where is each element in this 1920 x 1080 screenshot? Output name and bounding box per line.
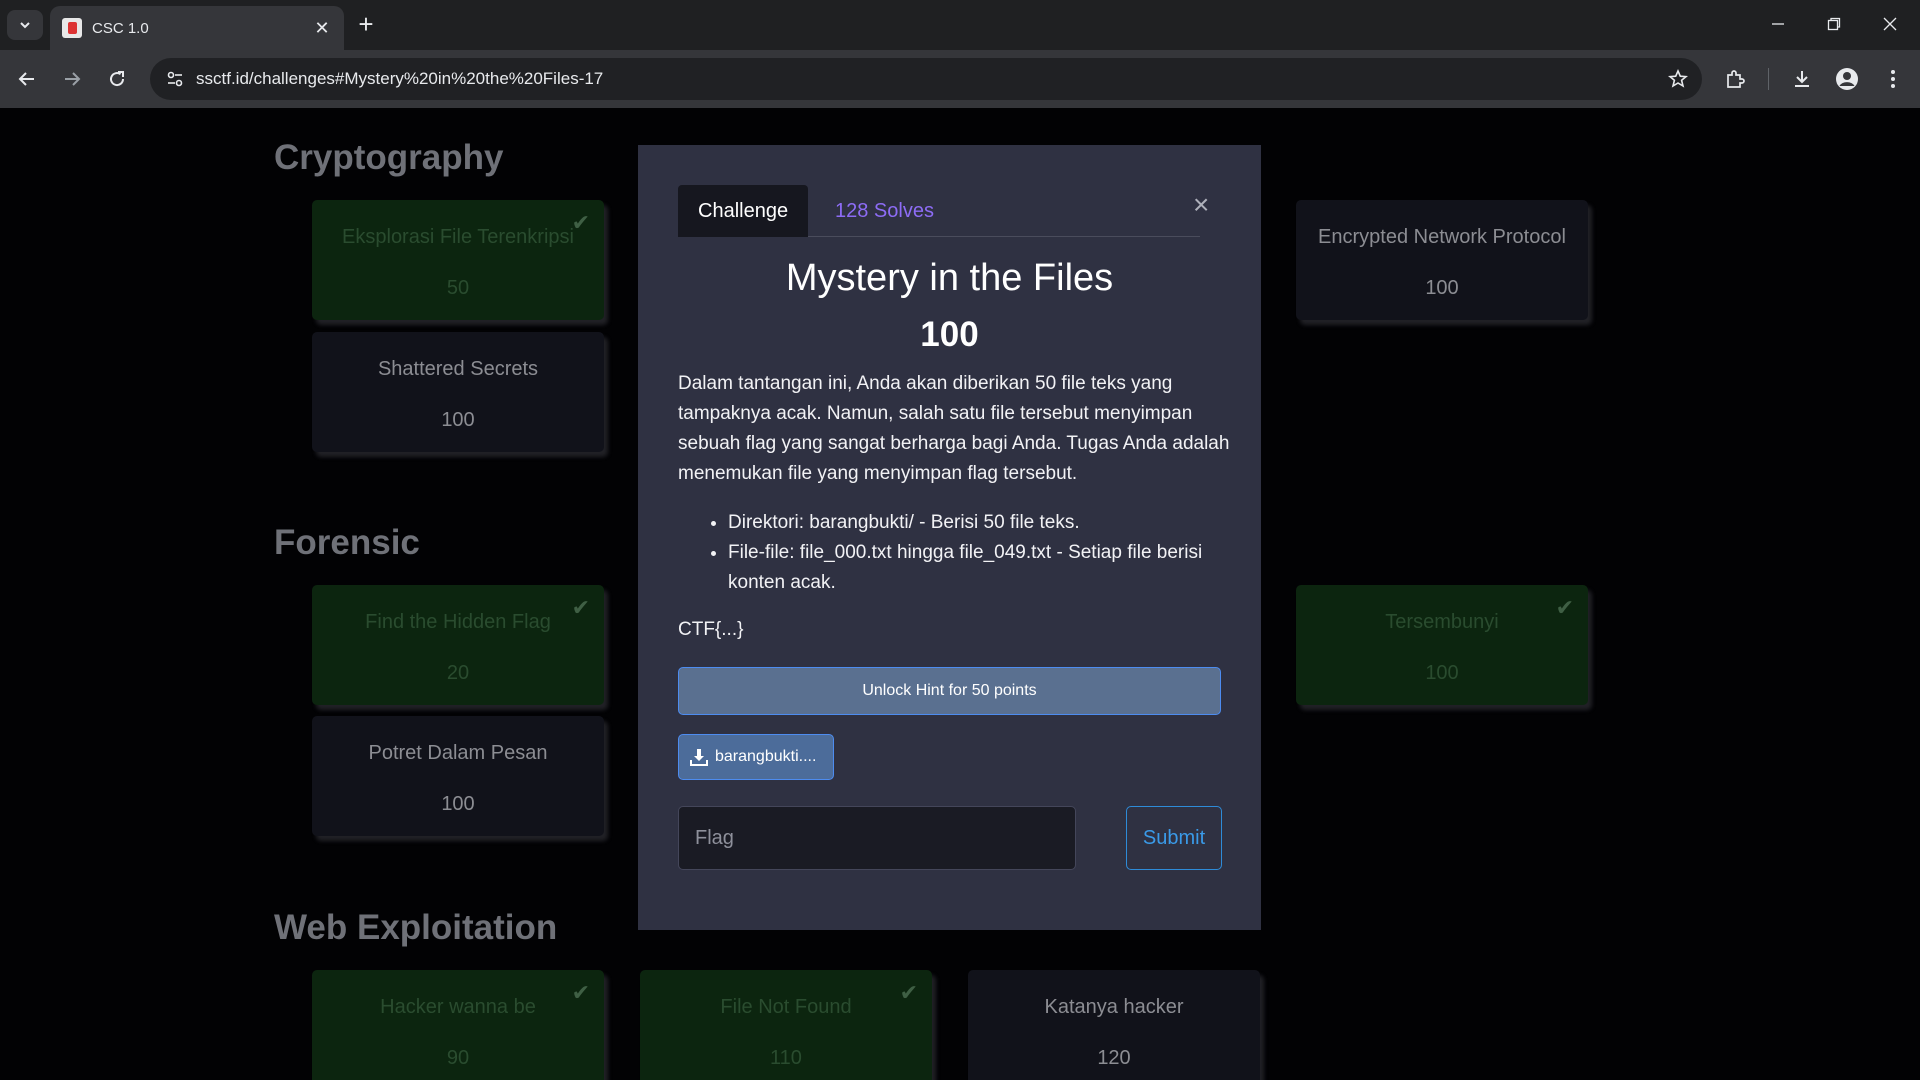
challenge-modal: Challenge 128 Solves × Mystery in the Fi… <box>638 145 1261 930</box>
tab-challenge[interactable]: Challenge <box>678 185 809 237</box>
flag-input[interactable] <box>678 806 1076 870</box>
challenge-card[interactable]: Shattered Secrets 100 <box>312 332 604 452</box>
downloads-button[interactable] <box>1787 64 1817 94</box>
extensions-button[interactable] <box>1720 64 1750 94</box>
arrow-right-icon <box>65 72 81 86</box>
reload-button[interactable] <box>102 64 132 94</box>
download-file-label: barangbukti.... <box>715 748 817 765</box>
challenge-name: Katanya hacker <box>1044 996 1184 1018</box>
tab-solves[interactable]: 128 Solves <box>815 185 954 237</box>
challenge-card[interactable]: Katanya hacker 120 <box>968 970 1260 1080</box>
close-icon <box>1883 17 1897 31</box>
modal-close-icon[interactable]: × <box>1193 189 1209 221</box>
address-bar[interactable]: ssctf.id/challenges#Mystery%20in%20the%2… <box>150 58 1702 100</box>
modal-tabs: Challenge 128 Solves <box>678 185 1200 237</box>
checkmark-icon: ✔ <box>1555 595 1574 620</box>
puzzle-icon <box>1727 70 1745 88</box>
minimize-window-button[interactable] <box>1750 0 1806 48</box>
download-icon <box>1795 71 1809 87</box>
flag-format: CTF{...} <box>678 619 744 640</box>
challenge-points: 100 <box>441 793 475 815</box>
toolbar-separator <box>1768 68 1769 90</box>
browser-toolbar: ssctf.id/challenges#Mystery%20in%20the%2… <box>0 50 1920 108</box>
reload-icon <box>110 71 125 87</box>
challenge-name: Tersembunyi <box>1385 611 1499 633</box>
checkmark-icon: ✔ <box>571 595 590 620</box>
challenge-name: Eksplorasi File Terenkripsi <box>342 226 574 248</box>
close-window-button[interactable] <box>1862 0 1918 48</box>
challenge-name: Shattered Secrets <box>377 358 539 380</box>
challenge-value: 100 <box>920 315 979 354</box>
browser-tab-strip: CSC 1.0 ✕ + <box>0 0 1920 50</box>
new-tab-button[interactable]: + <box>352 11 380 39</box>
bookmark-star-icon[interactable] <box>1666 67 1690 91</box>
download-file-button[interactable]: barangbukti.... <box>678 734 834 780</box>
minimize-icon <box>1772 23 1784 25</box>
challenge-card[interactable]: ✔ Eksplorasi File Terenkripsi 50 <box>312 200 604 320</box>
challenge-card[interactable]: Potret Dalam Pesan 100 <box>312 716 604 836</box>
tab-title: CSC 1.0 <box>92 19 149 37</box>
browser-menu-button[interactable] <box>1878 64 1908 94</box>
download-icon <box>690 749 708 766</box>
challenge-card[interactable]: ✔ File Not Found 110 <box>640 970 932 1080</box>
category-title: Web Exploitation <box>274 908 558 947</box>
challenge-card[interactable]: ✔ Find the Hidden Flag 20 <box>312 585 604 705</box>
challenge-title: Mystery in the Files <box>785 257 1114 299</box>
more-vertical-icon <box>1891 70 1895 88</box>
restore-icon <box>1827 17 1841 31</box>
challenge-description: Dalam tantangan ini, Anda akan diberikan… <box>678 373 1230 484</box>
challenge-name: Potret Dalam Pesan <box>368 742 548 764</box>
challenge-points: 120 <box>1097 1047 1131 1069</box>
tab-search-button[interactable] <box>7 10 43 40</box>
challenge-name: Hacker wanna be <box>380 996 536 1018</box>
challenge-name: Encrypted Network Protocol <box>1318 226 1566 248</box>
challenge-points: 100 <box>1425 662 1459 684</box>
category-title: Forensic <box>274 523 420 562</box>
challenge-points: 110 <box>770 1047 802 1069</box>
arrow-left-icon <box>18 72 34 86</box>
challenge-card[interactable]: ✔ Hacker wanna be 90 <box>312 970 604 1080</box>
site-favicon-icon <box>62 18 82 38</box>
challenge-points: 90 <box>446 1047 470 1069</box>
back-button[interactable] <box>12 64 42 94</box>
category-title: Cryptography <box>274 138 504 177</box>
browser-tab[interactable]: CSC 1.0 ✕ <box>50 6 344 50</box>
url-text[interactable]: ssctf.id/challenges#Mystery%20in%20the%2… <box>196 69 1666 89</box>
challenge-card[interactable]: ✔ Tersembunyi 100 <box>1296 585 1588 705</box>
challenge-points: 100 <box>1425 277 1459 299</box>
checkmark-icon: ✔ <box>571 210 590 235</box>
challenge-name: File Not Found <box>720 996 852 1018</box>
site-info-icon[interactable] <box>164 68 186 90</box>
challenge-details-list: Direktori: barangbukti/ - Berisi 50 file… <box>728 508 1238 598</box>
forward-button[interactable] <box>57 64 87 94</box>
challenge-card[interactable]: Encrypted Network Protocol 100 <box>1296 200 1588 320</box>
unlock-hint-button[interactable]: Unlock Hint for 50 points <box>678 667 1221 715</box>
list-item: File-file: file_000.txt hingga file_049.… <box>728 538 1238 598</box>
submit-button[interactable]: Submit <box>1126 806 1222 870</box>
restore-window-button[interactable] <box>1806 0 1862 48</box>
profile-avatar-icon <box>1836 68 1858 90</box>
chevron-down-icon <box>20 22 30 29</box>
checkmark-icon: ✔ <box>571 980 590 1005</box>
tab-close-icon[interactable]: ✕ <box>312 18 332 39</box>
checkmark-icon: ✔ <box>899 980 918 1005</box>
challenge-name: Find the Hidden Flag <box>365 611 551 633</box>
profile-button[interactable] <box>1832 64 1862 94</box>
list-item: Direktori: barangbukti/ - Berisi 50 file… <box>728 508 1238 538</box>
challenge-points: 20 <box>446 662 470 684</box>
challenge-points: 100 <box>441 409 475 431</box>
challenge-points: 50 <box>446 277 470 299</box>
